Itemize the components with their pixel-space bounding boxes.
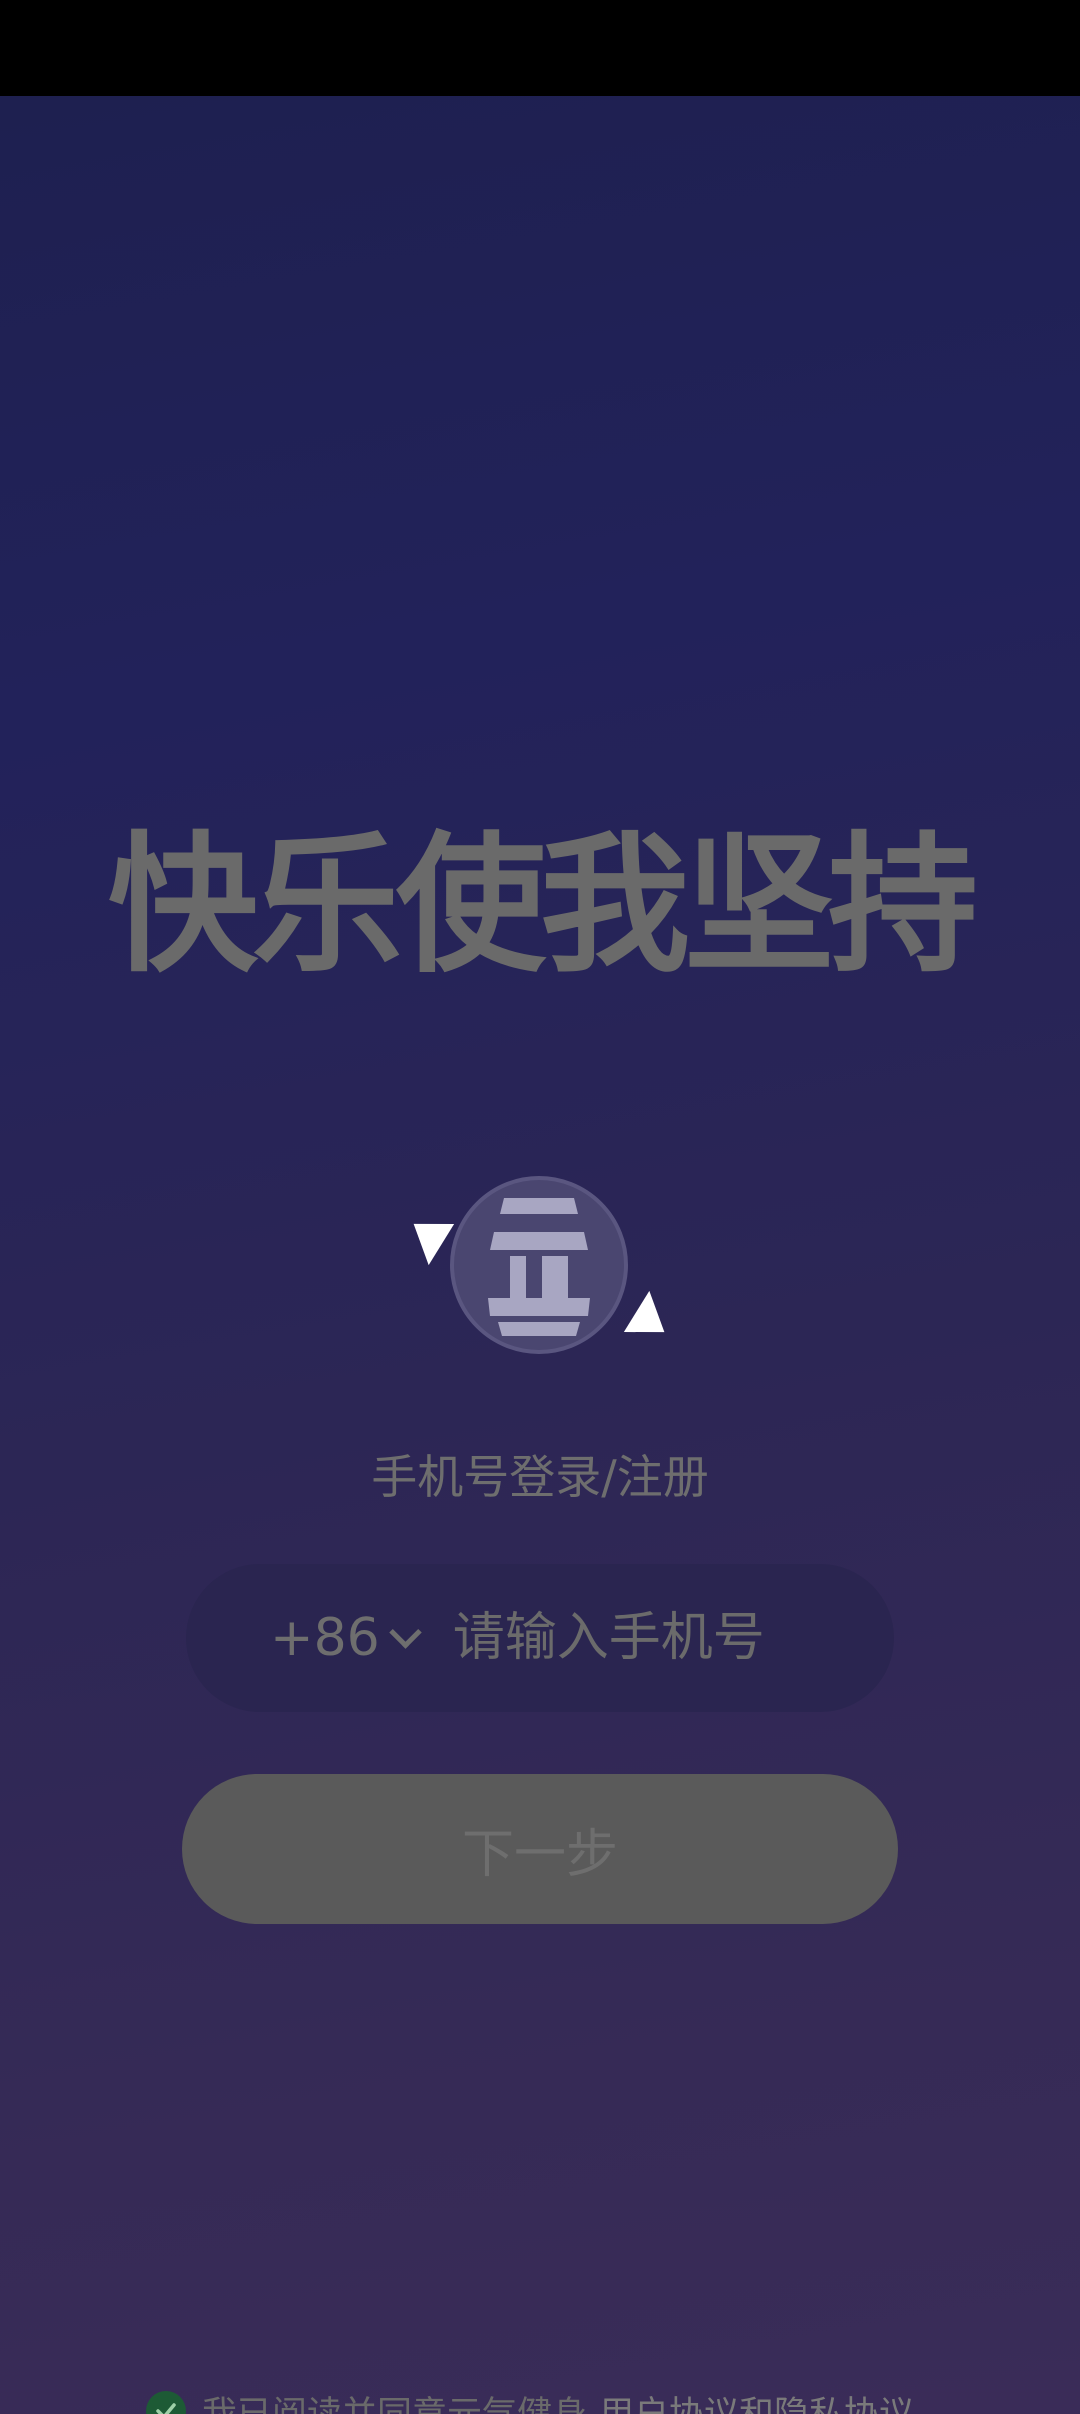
login-screen: 快乐使我坚持 手机号登录/注册 +86 下一步 bbox=[0, 96, 1080, 2414]
phone-input[interactable] bbox=[452, 1608, 1080, 1668]
status-bar bbox=[0, 0, 1080, 96]
logo-glyph-icon bbox=[488, 1198, 590, 1336]
check-circle-icon[interactable] bbox=[146, 2391, 186, 2414]
agreement-links[interactable]: 用户协议和隐私协议 bbox=[599, 2386, 914, 2414]
agreement-row: 我已阅读并同意元气健身 用户协议和隐私协议 bbox=[146, 2386, 914, 2414]
chevron-down-icon bbox=[388, 1615, 422, 1649]
country-code-selector[interactable]: +86 bbox=[270, 1608, 422, 1668]
login-title: 手机号登录/注册 bbox=[371, 1450, 709, 1504]
agreement-text: 我已阅读并同意元气健身 bbox=[202, 2386, 587, 2414]
next-step-button[interactable]: 下一步 bbox=[182, 1774, 898, 1924]
phone-input-container: +86 bbox=[186, 1564, 1080, 1712]
app-logo-icon bbox=[413, 1146, 665, 1386]
checkmark-icon bbox=[156, 2403, 176, 2414]
slogan-title: 快乐使我坚持 bbox=[107, 819, 978, 993]
country-code-label: +86 bbox=[270, 1608, 380, 1668]
logo-circle bbox=[450, 1176, 628, 1354]
